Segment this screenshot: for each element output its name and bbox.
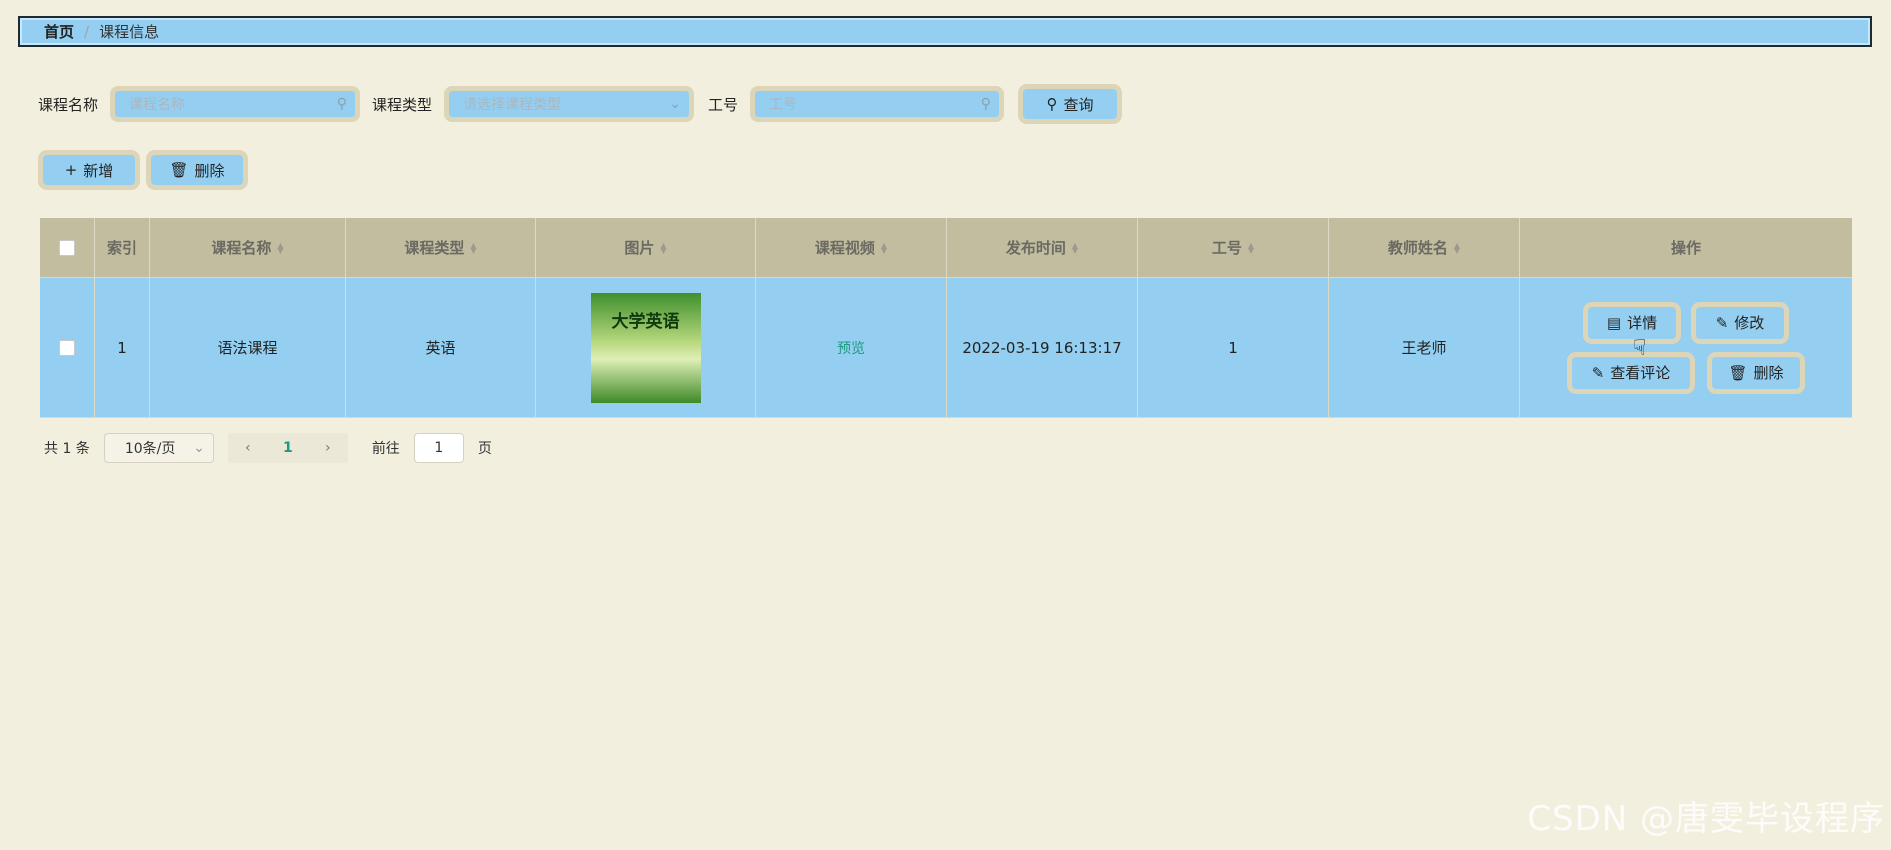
header-actions: 操作: [1520, 218, 1852, 278]
cell-image: 大学英语: [536, 278, 756, 418]
chevron-down-icon: ⌄: [669, 96, 682, 112]
search-icon: ⚲: [980, 96, 992, 112]
prev-page-icon[interactable]: ‹: [228, 440, 268, 456]
row-delete-button[interactable]: 🗑 删除: [1707, 351, 1805, 394]
job-no-input[interactable]: 工号 ⚲: [750, 86, 1005, 122]
course-name-placeholder: 课程名称: [129, 97, 186, 113]
delete-button-label: 删除: [194, 161, 225, 180]
breadcrumb-home[interactable]: 首页: [44, 21, 74, 42]
page-suffix: 页: [477, 441, 492, 457]
breadcrumb: 首页 / 课程信息: [18, 16, 1872, 47]
page-nav: ‹ 1 ›: [227, 433, 348, 463]
goto-page-input[interactable]: 1: [413, 433, 464, 463]
pencil-icon: ✎: [1591, 363, 1605, 382]
breadcrumb-separator: /: [84, 22, 90, 41]
table-row: 1 语法课程 英语 大学英语 预览 2022-03-19 16:13:17 1 …: [40, 278, 1852, 418]
query-button[interactable]: ⚲ 查询: [1018, 84, 1123, 124]
sort-icon[interactable]: ▲ ▼: [277, 241, 283, 254]
edit-button[interactable]: ✎ 修改: [1691, 301, 1789, 344]
view-comments-label: 查看评论: [1610, 364, 1671, 382]
search-icon: ⚲: [336, 96, 348, 112]
plus-icon: +: [64, 161, 78, 179]
sort-icon[interactable]: ▲ ▼: [1072, 241, 1078, 254]
sort-icon[interactable]: ▲ ▼: [660, 241, 666, 254]
course-table: 索引 课程名称 ▲ ▼ 课程类型 ▲ ▼ 图片 ▲ ▼ 课程视频 ▲ ▼ 发布时间 ▲ ▼ 工号 ▲ ▼…: [40, 218, 1852, 418]
row-checkbox[interactable]: [59, 339, 75, 356]
video-preview-link[interactable]: 预览: [837, 338, 865, 358]
course-name-input[interactable]: 课程名称 ⚲: [110, 86, 361, 122]
course-cover-image[interactable]: 大学英语: [590, 292, 701, 403]
breadcrumb-current: 课程信息: [99, 23, 160, 41]
job-no-label: 工号: [708, 95, 739, 114]
header-job-no[interactable]: 工号 ▲ ▼: [1138, 218, 1329, 278]
sort-icon[interactable]: ▲ ▼: [1454, 241, 1460, 254]
cell-video: 预览: [756, 278, 947, 418]
table-header: 索引 课程名称 ▲ ▼ 课程类型 ▲ ▼ 图片 ▲ ▼ 课程视频 ▲ ▼ 发布时间 ▲ ▼ 工号 ▲ ▼…: [40, 218, 1852, 278]
pagination: 共 1 条 10条/页 ⌄ ‹ 1 › 前往 1 页: [44, 433, 492, 463]
header-teacher[interactable]: 教师姓名 ▲ ▼: [1329, 218, 1520, 278]
header-label: 图片: [624, 239, 655, 257]
watermark: CSDN @唐雯毕设程序: [1527, 799, 1885, 839]
document-icon: ▤: [1606, 313, 1622, 332]
trash-icon: 🗑: [1728, 363, 1748, 382]
select-all-checkbox[interactable]: [59, 239, 75, 256]
next-page-icon[interactable]: ›: [308, 440, 348, 456]
page-size-value: 10条/页: [124, 441, 176, 457]
edit-button-label: 修改: [1734, 314, 1765, 332]
header-label: 教师姓名: [1387, 239, 1448, 257]
cell-publish-time: 2022-03-19 16:13:17: [947, 278, 1138, 418]
sort-icon[interactable]: ▲ ▼: [470, 241, 476, 254]
trash-icon: 🗑: [169, 161, 189, 179]
cell-teacher: 王老师: [1329, 278, 1520, 418]
detail-button[interactable]: ▤ 详情: [1583, 301, 1681, 344]
header-index: 索引: [95, 218, 150, 278]
query-button-label: 查询: [1063, 95, 1094, 114]
course-type-label: 课程类型: [372, 95, 433, 114]
header-label: 工号: [1211, 239, 1242, 257]
select-all-cell: [40, 218, 95, 278]
sort-icon[interactable]: ▲ ▼: [881, 241, 887, 254]
search-bar: 课程名称 课程名称 ⚲ 课程类型 请选择课程类型 ⌄ 工号 工号 ⚲ ⚲ 查询: [38, 82, 1123, 126]
page-number[interactable]: 1: [268, 440, 308, 456]
header-label: 课程视频: [814, 239, 875, 257]
view-comments-button[interactable]: ✎ 查看评论: [1567, 351, 1695, 394]
course-name-label: 课程名称: [38, 95, 99, 114]
job-no-placeholder: 工号: [769, 97, 798, 113]
header-publish-time[interactable]: 发布时间 ▲ ▼: [947, 218, 1138, 278]
header-label: 索引: [106, 239, 137, 257]
cell-course-type: 英语: [346, 278, 536, 418]
toolbar: + 新增 🗑 删除: [38, 150, 248, 190]
header-label: 操作: [1670, 239, 1701, 257]
page-size-select[interactable]: 10条/页 ⌄: [103, 433, 214, 463]
detail-button-label: 详情: [1627, 314, 1658, 332]
action-buttons: ▤ 详情 ✎ 修改 ✎ 查看评论 🗑 删除: [1567, 301, 1805, 394]
cell-job-no: 1: [1138, 278, 1329, 418]
search-icon: ⚲: [1046, 95, 1058, 113]
row-select-cell: [40, 278, 95, 418]
header-label: 课程类型: [404, 239, 465, 257]
cell-actions: ▤ 详情 ✎ 修改 ✎ 查看评论 🗑 删除: [1520, 278, 1852, 418]
hand-cursor-icon: ☟: [1633, 336, 1647, 361]
header-image[interactable]: 图片 ▲ ▼: [536, 218, 756, 278]
row-delete-label: 删除: [1753, 364, 1784, 382]
header-course-name[interactable]: 课程名称 ▲ ▼: [150, 218, 346, 278]
goto-label: 前往: [371, 441, 400, 457]
pencil-icon: ✎: [1715, 313, 1729, 332]
cell-index: 1: [95, 278, 150, 418]
course-type-placeholder: 请选择课程类型: [463, 97, 562, 113]
header-label: 课程名称: [211, 239, 272, 257]
cell-course-name: 语法课程: [150, 278, 346, 418]
add-button[interactable]: + 新增: [38, 150, 140, 190]
total-count: 共 1 条: [44, 441, 90, 457]
chevron-down-icon: ⌄: [193, 440, 205, 456]
sort-icon[interactable]: ▲ ▼: [1248, 241, 1254, 254]
course-type-select[interactable]: 请选择课程类型 ⌄: [444, 86, 695, 122]
header-video[interactable]: 课程视频 ▲ ▼: [756, 218, 947, 278]
header-course-type[interactable]: 课程类型 ▲ ▼: [346, 218, 536, 278]
header-label: 发布时间: [1005, 239, 1066, 257]
cover-title: 大学英语: [611, 311, 680, 332]
add-button-label: 新增: [83, 161, 114, 180]
delete-button[interactable]: 🗑 删除: [146, 150, 248, 190]
